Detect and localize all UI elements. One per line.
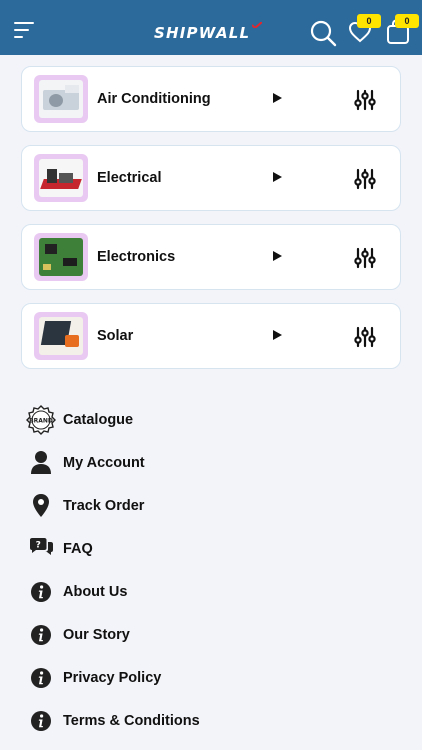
faq-chat-icon: ? xyxy=(30,538,53,555)
wishlist-count-badge: 0 xyxy=(357,14,381,28)
menu-item-label: Privacy Policy xyxy=(63,670,162,686)
menu-item-label: FAQ xyxy=(63,541,93,557)
info-icon xyxy=(31,625,51,645)
category-card-electrical[interactable]: Electrical xyxy=(21,145,401,211)
hamburger-menu-icon[interactable] xyxy=(14,22,36,40)
category-thumbnail xyxy=(34,312,88,360)
category-thumbnail xyxy=(34,233,88,281)
menu-item-track-order[interactable]: Track Order xyxy=(26,491,306,521)
logo-accent-mark xyxy=(252,22,262,28)
info-icon xyxy=(31,711,51,731)
category-card-solar[interactable]: Solar xyxy=(21,303,401,369)
play-arrow-icon[interactable] xyxy=(273,93,282,103)
play-arrow-icon[interactable] xyxy=(273,251,282,261)
top-app-bar: SHIPWALL 0 0 xyxy=(0,0,422,55)
menu-item-my-account[interactable]: My Account xyxy=(26,448,306,478)
category-card-air-conditioning[interactable]: Air Conditioning xyxy=(21,66,401,132)
menu-item-about-us[interactable]: About Us xyxy=(26,577,306,607)
menu-item-privacy-policy[interactable]: Privacy Policy xyxy=(26,663,306,693)
shipwall-logo[interactable]: SHIPWALL xyxy=(154,24,250,44)
filter-sliders-icon[interactable] xyxy=(354,89,376,111)
category-label: Electronics xyxy=(97,249,176,265)
filter-sliders-icon[interactable] xyxy=(354,168,376,190)
info-icon xyxy=(31,668,51,688)
menu-item-label: About Us xyxy=(63,584,128,600)
svg-text:BRAND: BRAND xyxy=(29,418,53,425)
filter-sliders-icon[interactable] xyxy=(354,326,376,348)
air-conditioner-image xyxy=(39,80,83,118)
electrical-tools-image xyxy=(39,159,83,197)
menu-item-label: Our Story xyxy=(63,627,130,643)
filter-sliders-icon[interactable] xyxy=(354,247,376,269)
play-arrow-icon[interactable] xyxy=(273,172,282,182)
brand-badge-icon: BRAND xyxy=(26,405,56,435)
play-arrow-icon[interactable] xyxy=(273,330,282,340)
menu-item-our-story[interactable]: Our Story xyxy=(26,620,306,650)
category-label: Air Conditioning xyxy=(97,91,211,107)
location-pin-icon xyxy=(33,494,49,517)
category-label: Electrical xyxy=(97,170,162,186)
menu-item-catalogue[interactable]: BRAND Catalogue xyxy=(26,405,306,435)
category-thumbnail xyxy=(34,154,88,202)
cart-count-badge: 0 xyxy=(395,14,419,28)
menu-item-terms-conditions[interactable]: Terms & Conditions xyxy=(26,706,306,736)
menu-item-label: My Account xyxy=(63,455,145,471)
category-label: Solar xyxy=(97,328,134,344)
menu-item-label: Terms & Conditions xyxy=(63,713,200,729)
menu-item-faq[interactable]: ? FAQ xyxy=(26,534,306,564)
user-icon xyxy=(31,451,51,474)
category-card-electronics[interactable]: Electronics xyxy=(21,224,401,290)
circuit-board-image xyxy=(39,238,83,276)
menu-item-label: Catalogue xyxy=(63,412,134,428)
info-icon xyxy=(31,582,51,602)
solar-panel-image xyxy=(39,317,83,355)
svg-text:?: ? xyxy=(36,541,41,551)
search-icon[interactable] xyxy=(309,19,337,47)
menu-item-label: Track Order xyxy=(63,498,145,514)
category-thumbnail xyxy=(34,75,88,123)
